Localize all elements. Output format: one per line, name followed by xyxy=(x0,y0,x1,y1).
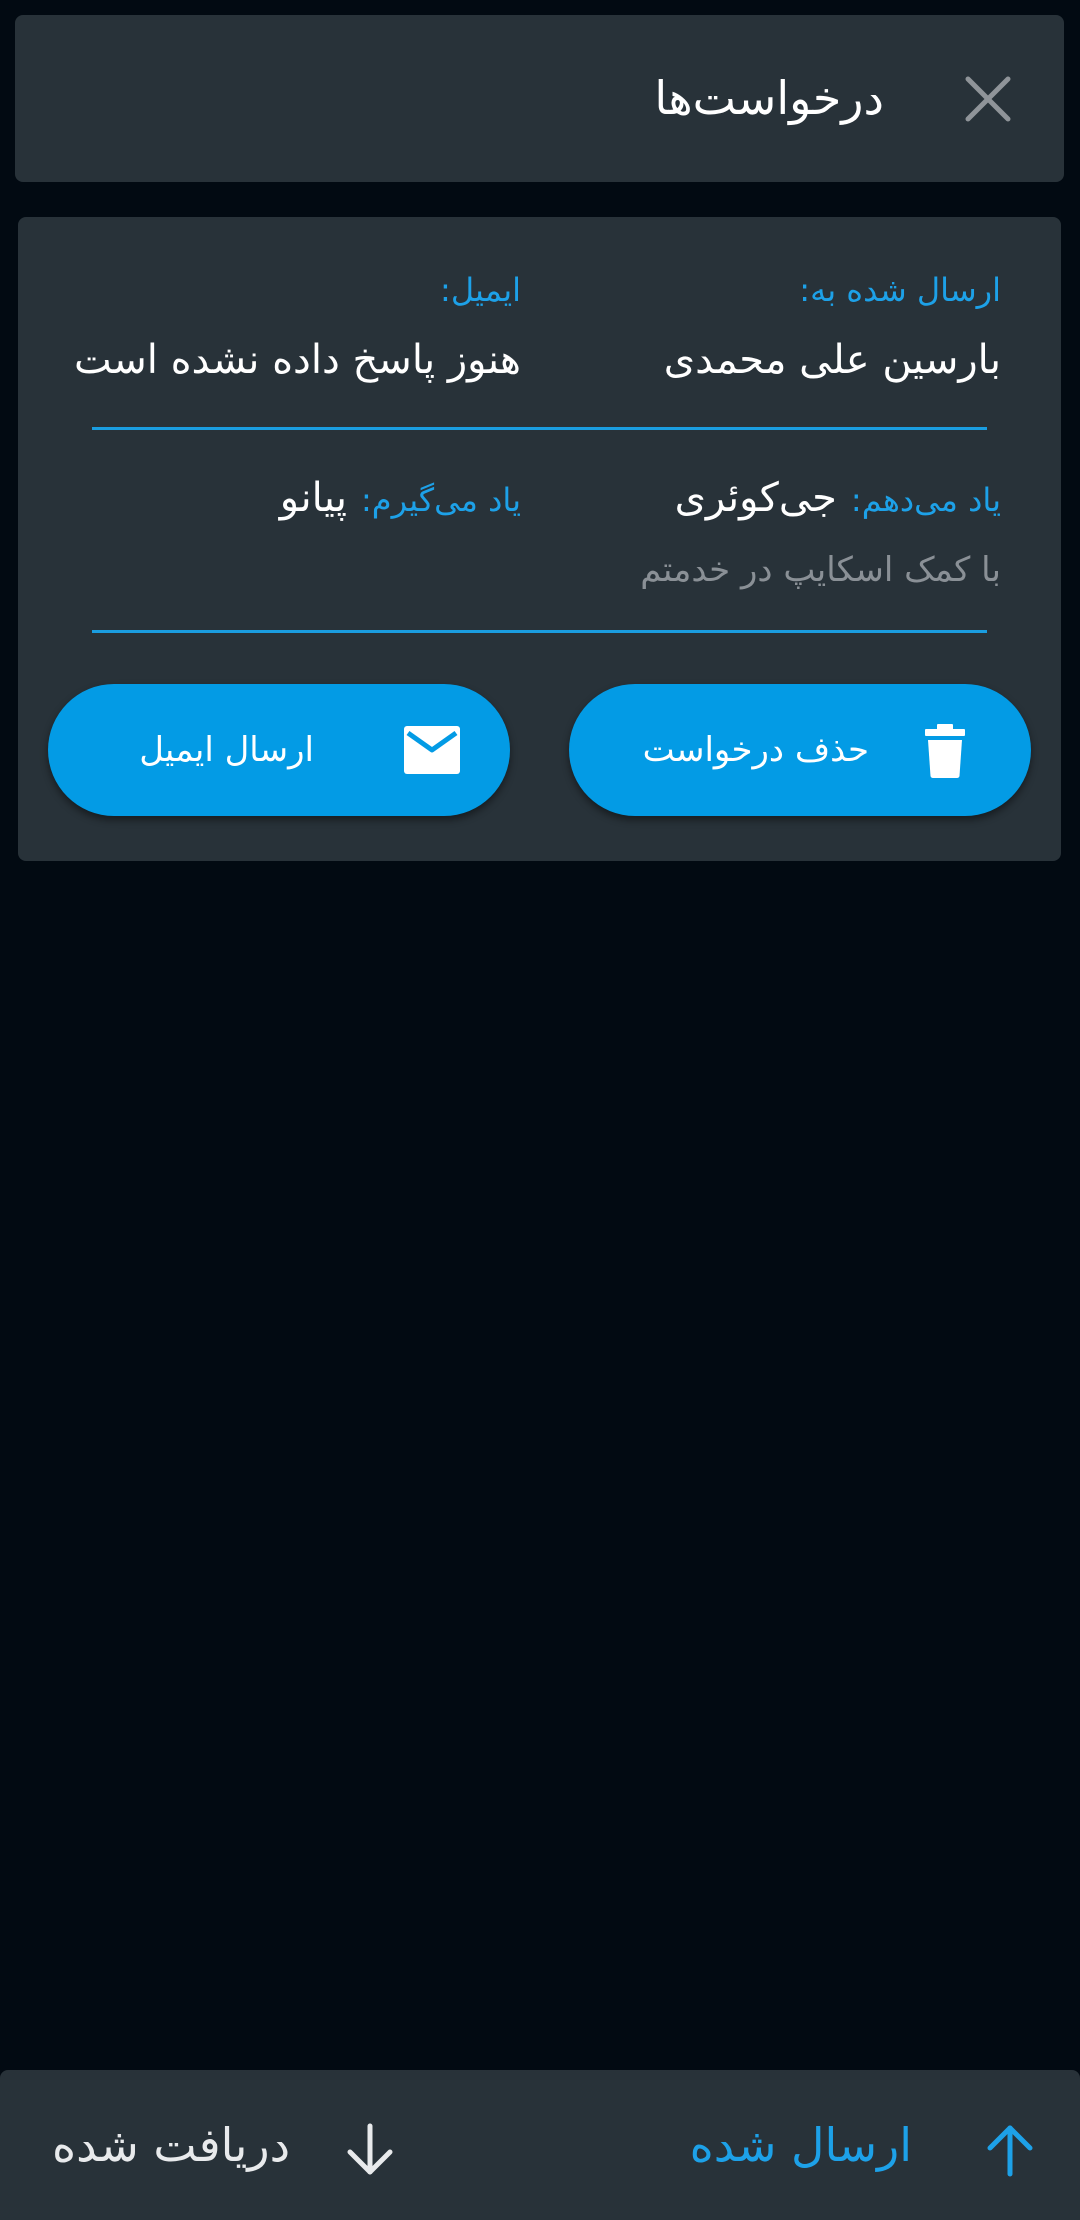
tab-sent-label: ارسال شده xyxy=(689,2118,912,2172)
learn-label: یاد می‌گیرم: xyxy=(360,481,521,519)
arrow-up-icon xyxy=(982,2122,1038,2178)
email-button-label: ارسال ایمیل xyxy=(139,730,314,770)
email-value: هنوز پاسخ داده نشده است xyxy=(73,337,521,383)
trash-icon xyxy=(915,720,975,780)
learn-skill: یاد می‌گیرم: پیانو xyxy=(280,475,521,521)
teach-value: جی‌کوئری xyxy=(674,475,837,521)
request-note: با کمک اسکایپ در خدمتم xyxy=(640,550,1001,590)
delete-button-label: حذف درخواست xyxy=(642,730,869,770)
teach-skill: یاد می‌دهم: جی‌کوئری xyxy=(675,475,1001,521)
bottom-navigation: ارسال شده دریافت شده xyxy=(0,2070,1080,2220)
delete-request-button[interactable]: حذف درخواست xyxy=(569,684,1031,816)
tab-received-label: دریافت شده xyxy=(52,2118,291,2172)
learn-value: پیانو xyxy=(279,475,347,521)
divider xyxy=(92,630,987,633)
tab-received[interactable]: دریافت شده xyxy=(0,2070,540,2220)
email-label: ایمیل: xyxy=(440,271,521,309)
request-card: ارسال شده به: بارسین علی محمدی ایمیل: هن… xyxy=(18,217,1061,861)
mail-icon xyxy=(402,720,462,780)
teach-label: یاد می‌دهم: xyxy=(850,481,1001,519)
requests-screen: درخواست‌ها ارسال شده به: بارسین علی محمد… xyxy=(0,0,1080,2220)
tab-sent[interactable]: ارسال شده xyxy=(540,2070,1080,2220)
sent-to-value: بارسین علی محمدی xyxy=(663,337,1001,383)
page-title: درخواست‌ها xyxy=(654,71,884,125)
divider xyxy=(92,427,987,430)
send-email-button[interactable]: ارسال ایمیل xyxy=(48,684,510,816)
arrow-down-icon xyxy=(342,2122,398,2178)
sent-to-label: ارسال شده به: xyxy=(799,271,1001,309)
close-icon[interactable] xyxy=(962,73,1014,125)
app-bar: درخواست‌ها xyxy=(15,15,1064,182)
